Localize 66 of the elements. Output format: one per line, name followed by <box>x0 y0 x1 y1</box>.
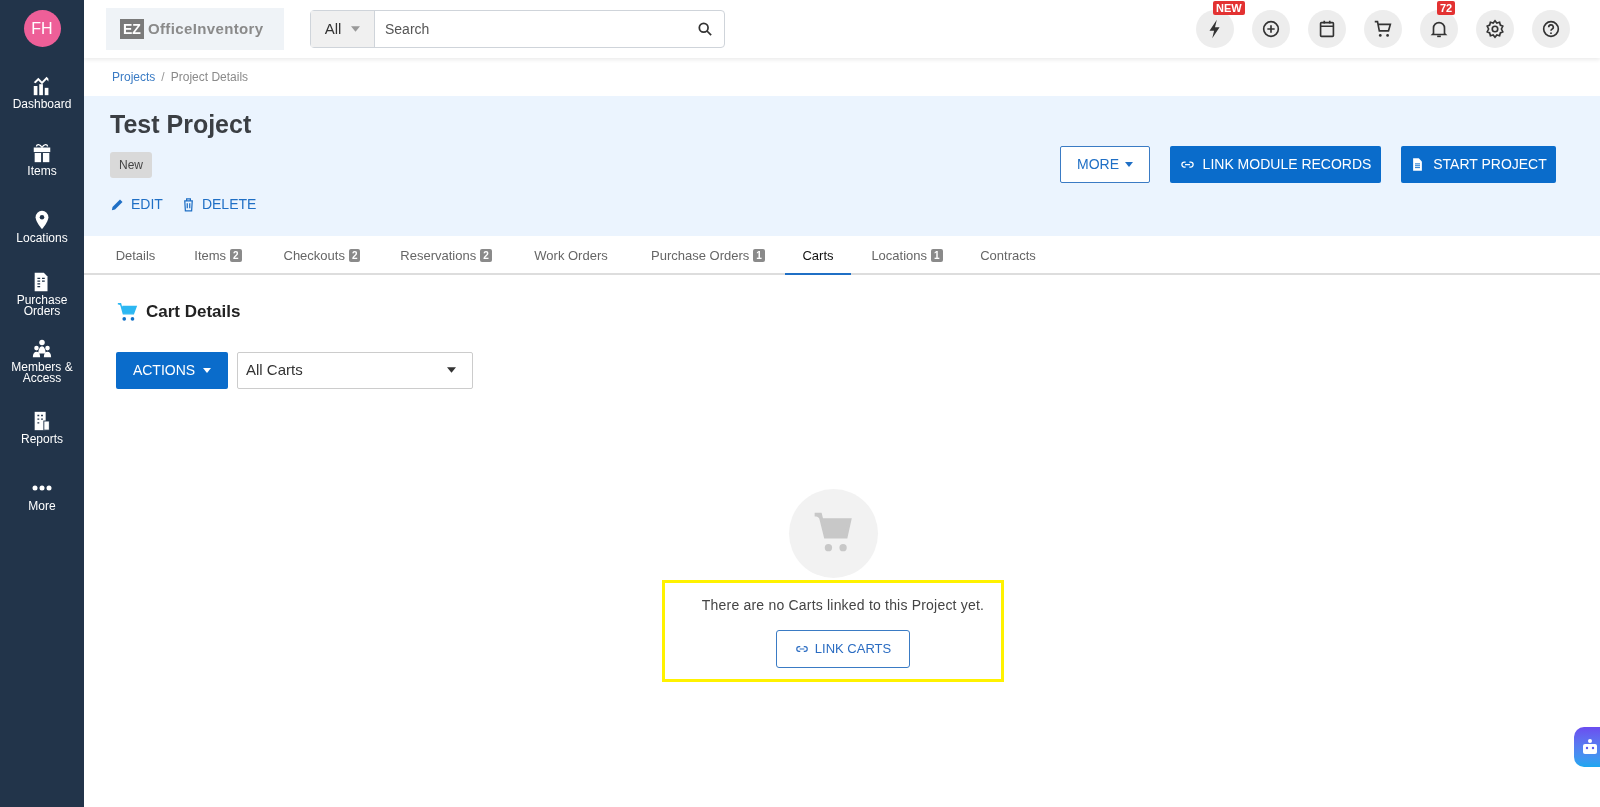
empty-message: There are no Carts linked to this Project yet. <box>701 595 985 615</box>
status-tag: New <box>110 151 152 178</box>
toolbar-button[interactable] <box>1364 10 1402 48</box>
actions-button[interactable]: ACTIONS <box>116 351 228 389</box>
robot-icon <box>1582 738 1598 756</box>
toolbar-button[interactable] <box>1252 10 1290 48</box>
tab[interactable]: Carts <box>785 238 851 275</box>
carts-filter-dropdown[interactable]: All Carts <box>237 351 473 389</box>
scope-dropdown[interactable]: All <box>311 11 375 47</box>
breadcrumb-separator: / <box>161 69 165 86</box>
gift-icon <box>31 142 53 164</box>
count-badge: 1 <box>753 249 765 262</box>
logo[interactable]: EZ OfficeInventory <box>106 8 284 50</box>
sidebar-item[interactable]: More <box>0 461 84 528</box>
caret-icon <box>203 367 212 373</box>
more-dropdown-button[interactable]: MORE <box>1060 146 1150 183</box>
caret-icon <box>351 26 361 32</box>
sidebar-item[interactable]: Purchase Orders <box>0 260 84 327</box>
caret-icon <box>447 367 456 373</box>
logo-name: OfficeInventory <box>147 18 264 39</box>
chatbot-button[interactable] <box>1574 727 1600 767</box>
search-icon[interactable] <box>698 22 712 36</box>
count-badge: 2 <box>348 249 361 262</box>
count-badge: 2 <box>230 249 242 262</box>
toolbar-button[interactable] <box>1532 10 1570 48</box>
tab[interactable]: Contracts <box>963 238 1053 275</box>
sidebar-item[interactable]: Items <box>0 126 84 193</box>
sidebar-item[interactable]: Reports <box>0 394 84 461</box>
edit-button[interactable]: EDIT <box>110 193 163 215</box>
cart-icon <box>1372 18 1394 40</box>
tab[interactable]: Checkouts 2 <box>263 238 381 275</box>
section-title: Cart Details <box>146 301 241 323</box>
toolbar-button[interactable] <box>1308 10 1346 48</box>
tab[interactable]: Items 2 <box>173 238 263 275</box>
breadcrumb-link[interactable]: Projects <box>112 68 156 86</box>
search-field[interactable]: All Search <box>310 10 725 48</box>
cart-icon <box>116 300 138 323</box>
breadcrumb-current: Project Details <box>170 69 249 86</box>
count-badge: 2 <box>480 249 492 262</box>
tab[interactable]: Purchase Orders 1 <box>631 238 785 275</box>
delete-button[interactable]: DELETE <box>180 193 257 215</box>
tab[interactable]: Locations 1 <box>851 238 963 275</box>
people-icon <box>31 337 53 360</box>
notification-badge: NEW <box>1213 1 1245 15</box>
link-records-button[interactable]: LINK MODULE RECORDS <box>1170 146 1381 183</box>
tab[interactable]: Details <box>98 238 173 275</box>
more-icon <box>31 485 53 491</box>
sidebar-item[interactable]: Members & Access <box>0 327 84 394</box>
user-avatar[interactable]: FH <box>23 10 61 47</box>
toolbar-button[interactable] <box>1420 10 1458 48</box>
caret-icon <box>1125 162 1133 167</box>
toolbar-button[interactable] <box>1196 10 1234 48</box>
tab[interactable]: Work Orders <box>511 238 631 275</box>
count-badge: 1 <box>931 249 943 262</box>
start-project-button[interactable]: START PROJECT <box>1401 146 1556 183</box>
help-icon <box>1540 18 1562 40</box>
sidebar-item[interactable]: Dashboard <box>0 59 84 126</box>
tab[interactable]: Reservations 2 <box>381 238 511 275</box>
add-icon <box>1260 18 1282 40</box>
logo-mark: EZ <box>120 19 144 39</box>
sidebar-item[interactable]: Locations <box>0 193 84 260</box>
project-title: Test Project <box>110 109 253 140</box>
toolbar-button[interactable] <box>1476 10 1514 48</box>
settings-icon <box>1484 18 1506 40</box>
notification-badge: 72 <box>1437 1 1456 15</box>
link-carts-button[interactable]: LINK CARTS <box>776 629 910 668</box>
